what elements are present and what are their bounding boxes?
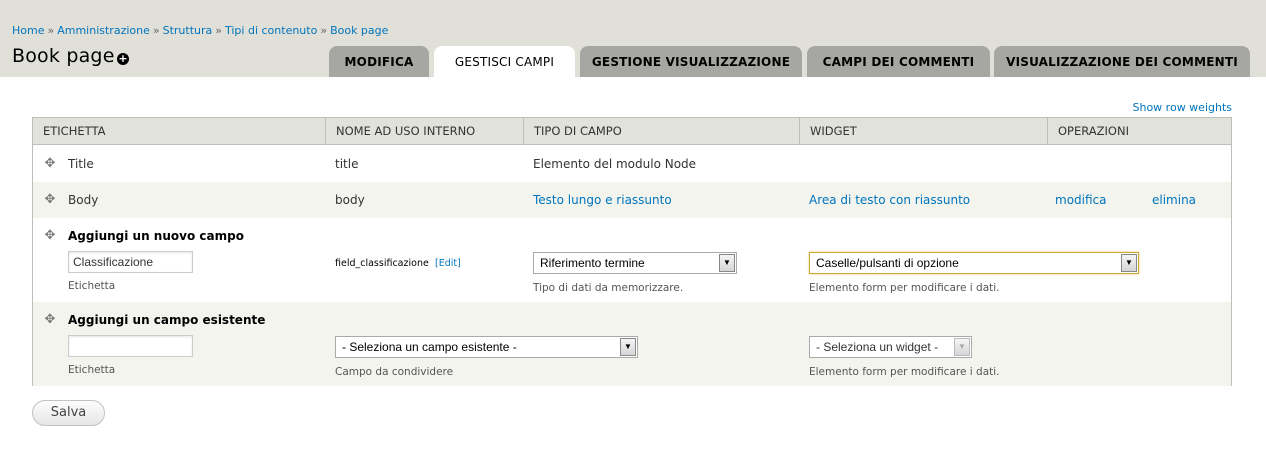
existing-field-select[interactable]: - Seleziona un campo esistente - ▼ xyxy=(335,336,638,358)
column-header-widget: Widget xyxy=(799,118,1047,145)
add-existing-field-title: Aggiungi un campo esistente xyxy=(68,313,266,327)
dropdown-arrow-icon[interactable]: ▼ xyxy=(620,338,636,356)
column-header-operazioni: Operazioni xyxy=(1047,118,1233,145)
show-row-weights-link[interactable]: Show row weights xyxy=(1133,101,1233,114)
select-value: - Seleziona un widget - xyxy=(816,340,939,354)
existing-field-description: Campo da condividere xyxy=(335,366,454,378)
drag-handle-icon[interactable]: ✥ xyxy=(44,313,56,326)
machine-name-edit-link[interactable]: [Edit] xyxy=(435,258,461,269)
column-header-etichetta: Etichetta xyxy=(43,124,106,138)
drag-handle-icon[interactable]: ✥ xyxy=(44,157,56,170)
tab-modifica[interactable]: Modifica xyxy=(329,46,429,77)
breadcrumb-separator: » xyxy=(215,24,222,37)
select-value: Riferimento termine xyxy=(540,256,645,270)
delete-link[interactable]: elimina xyxy=(1152,193,1196,207)
table-row-add-new-field: ✥ Aggiungi un nuovo campo Etichetta fiel… xyxy=(33,218,1231,302)
breadcrumb-amministrazione[interactable]: Amministrazione xyxy=(57,24,150,37)
breadcrumb: Home» Amministrazione» Struttura» Tipi di c… xyxy=(12,24,388,37)
table-row-body: ✥ Body body Testo lungo e riassunto Area… xyxy=(33,182,1231,218)
table-row-add-existing-field: ✥ Aggiungi un campo esistente Etichetta … xyxy=(33,302,1231,386)
select-value: - Seleziona un campo esistente - xyxy=(342,340,517,354)
tab-campi-dei-commenti[interactable]: Campi dei commenti xyxy=(807,46,990,77)
widget-link[interactable]: Area di testo con riassunto xyxy=(809,193,970,207)
type-description: Tipo di dati da memorizzare. xyxy=(533,282,684,294)
breadcrumb-home[interactable]: Home xyxy=(12,24,44,37)
field-machine-name: title xyxy=(335,157,359,171)
page-title: Book page xyxy=(12,45,115,67)
breadcrumb-separator: » xyxy=(47,24,55,37)
breadcrumb-separator: » xyxy=(152,24,160,37)
drag-handle-icon[interactable]: ✥ xyxy=(44,193,56,206)
breadcrumb-tipi-di-contenuto[interactable]: Tipi di contenuto xyxy=(225,24,317,37)
widget-description: Elemento form per modificare i dati. xyxy=(809,366,1000,378)
new-field-type-select[interactable]: Riferimento termine ▼ xyxy=(533,252,737,274)
dropdown-arrow-icon[interactable]: ▼ xyxy=(1121,254,1137,272)
new-field-widget-select[interactable]: Caselle/pulsanti di opzione ▼ xyxy=(809,252,1139,274)
plus-circle-icon[interactable]: + xyxy=(117,53,129,65)
table-header: Etichetta Nome ad uso interno Tipo di ca… xyxy=(33,118,1231,145)
column-header-nome-interno: Nome ad uso interno xyxy=(325,118,523,145)
field-label: Title xyxy=(68,157,94,171)
new-field-machine-name: field_classificazione xyxy=(335,258,429,269)
existing-field-label-input[interactable] xyxy=(68,335,193,357)
label-description: Etichetta xyxy=(68,280,116,292)
save-button[interactable]: Salva xyxy=(32,400,105,426)
field-type: Elemento del modulo Node xyxy=(533,157,697,171)
page-header: Home» Amministrazione» Struttura» Tipi di c… xyxy=(0,0,1266,77)
dropdown-arrow-icon[interactable]: ▼ xyxy=(954,338,970,356)
add-new-field-title: Aggiungi un nuovo campo xyxy=(68,229,244,243)
new-field-label-input[interactable] xyxy=(68,251,193,273)
dropdown-arrow-icon[interactable]: ▼ xyxy=(719,254,735,272)
fields-table: Etichetta Nome ad uso interno Tipo di ca… xyxy=(32,117,1232,386)
drag-handle-icon[interactable]: ✥ xyxy=(44,229,56,242)
widget-description: Elemento form per modificare i dati. xyxy=(809,282,1000,294)
column-header-tipo-di-campo: Tipo di campo xyxy=(523,118,799,145)
existing-widget-select[interactable]: - Seleziona un widget - ▼ xyxy=(809,336,972,358)
label-description: Etichetta xyxy=(68,364,116,376)
field-machine-name: body xyxy=(335,193,365,207)
tab-gestisci-campi[interactable]: Gestisci campi xyxy=(434,46,575,77)
field-type-link[interactable]: Testo lungo e riassunto xyxy=(533,193,672,207)
breadcrumb-struttura[interactable]: Struttura xyxy=(163,24,213,37)
field-label: Body xyxy=(68,193,99,207)
edit-link[interactable]: modifica xyxy=(1055,193,1107,207)
breadcrumb-separator: » xyxy=(320,24,328,37)
tab-visualizzazione-dei-commenti[interactable]: Visualizzazione dei commenti xyxy=(994,46,1250,77)
select-value: Caselle/pulsanti di opzione xyxy=(816,256,959,270)
breadcrumb-book-page[interactable]: Book page xyxy=(330,24,388,37)
tab-gestione-visualizzazione[interactable]: Gestione visualizzazione xyxy=(580,46,802,77)
table-row-title: ✥ Title title Elemento del modulo Node xyxy=(33,146,1231,182)
